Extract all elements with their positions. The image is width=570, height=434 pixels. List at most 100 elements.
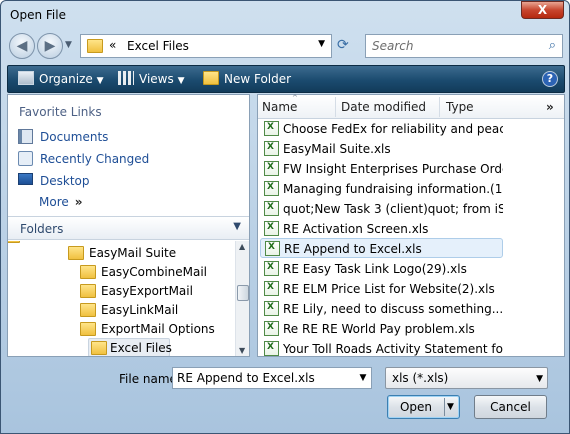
forward-button[interactable]: ▶: [37, 33, 63, 59]
file-row[interactable]: RE Easy Task Link Logo(29).xls: [260, 259, 503, 279]
file-name: RE Lily, need to discuss something...xls: [283, 302, 503, 316]
split-divider: [444, 398, 445, 416]
address-bar[interactable]: « Excel Files ▼: [80, 34, 332, 58]
file-name-input[interactable]: RE Append to Excel.xls ▼: [172, 367, 372, 389]
close-button[interactable]: X: [521, 1, 564, 19]
folder-label: EasyCombineMail: [101, 265, 208, 279]
address-dropdown-icon[interactable]: ▼: [318, 39, 325, 49]
search-input[interactable]: Search ⌕: [365, 34, 563, 58]
folder-label: EasyMail Suite: [89, 246, 177, 260]
chevron-down-icon: ▼: [96, 76, 104, 86]
folder-label: EasyLinkMail: [101, 303, 179, 317]
breadcrumb-path[interactable]: Excel Files: [127, 39, 189, 53]
file-row-selected[interactable]: RE Append to Excel.xls: [260, 238, 503, 258]
file-name-dropdown-icon[interactable]: ▼: [355, 368, 371, 388]
navigation-pane: Favorite Links Documents Recently Change…: [7, 94, 250, 357]
more-links-button[interactable]: More »: [39, 195, 83, 209]
excel-file-icon: [264, 221, 279, 236]
file-row[interactable]: EasyMail Suite.xls: [260, 139, 503, 159]
file-name: RE ELM Price List for Website(2).xls: [283, 282, 495, 296]
folder-icon: [91, 341, 107, 355]
favorite-links-heading: Favorite Links: [19, 105, 102, 119]
file-type-select[interactable]: xls (*.xls) ▼: [385, 367, 548, 389]
documents-icon: [18, 129, 33, 144]
window-title: Open File: [10, 8, 66, 22]
address-row: ◀ ▶ ▼ « Excel Files ▼ ⟳ Search ⌕: [7, 31, 565, 61]
folder-icon: [80, 303, 96, 317]
new-folder-label: New Folder: [224, 72, 292, 86]
file-row[interactable]: RE Activation Screen.xls: [260, 219, 503, 239]
folder-tree: EasyMail Suite EasyCombineMail EasyExpor…: [8, 241, 236, 356]
chevron-down-icon: ▼: [233, 221, 241, 232]
title-bar: Open File X: [1, 1, 569, 29]
file-row[interactable]: FW Insight Enterprises Purchase Order 2.…: [260, 159, 503, 179]
open-options-dropdown-icon[interactable]: ▼: [447, 396, 454, 418]
help-icon[interactable]: ?: [542, 71, 558, 87]
file-name: RE Activation Screen.xls: [283, 222, 429, 236]
views-icon: [118, 71, 134, 85]
favorite-link-label: Recently Changed: [40, 152, 150, 166]
organize-button[interactable]: Organize ▼: [18, 71, 104, 86]
folders-header[interactable]: Folders ▼: [8, 216, 249, 240]
file-row[interactable]: Your Toll Roads Activity Statement for .…: [260, 339, 503, 359]
file-row[interactable]: RE ELM Price List for Website(2).xls: [260, 279, 503, 299]
new-folder-button[interactable]: New Folder: [203, 71, 291, 86]
search-placeholder: Search: [372, 39, 414, 53]
file-row[interactable]: Re RE RE World Pay problem.xls: [260, 319, 503, 339]
folder-label: Excel Files: [110, 341, 172, 355]
breadcrumb-chevron[interactable]: «: [109, 38, 116, 52]
column-divider[interactable]: [439, 97, 440, 117]
folder-label: ExportMail Options: [101, 322, 215, 336]
excel-file-icon: [264, 201, 279, 216]
folder-icon: [80, 284, 96, 298]
excel-file-icon: [264, 321, 279, 336]
column-header-name[interactable]: Name: [262, 100, 297, 114]
cancel-button[interactable]: Cancel: [474, 395, 547, 419]
folder-icon: [8, 241, 20, 243]
open-button[interactable]: Open ▼: [387, 395, 460, 419]
column-header-type[interactable]: Type: [446, 100, 474, 114]
command-toolbar: Organize ▼ Views ▼ New Folder ?: [7, 65, 565, 93]
folders-heading: Folders: [20, 222, 64, 236]
refresh-icon[interactable]: ⟳: [337, 37, 349, 53]
scrollbar-thumb[interactable]: [237, 285, 249, 301]
scroll-up-icon[interactable]: ▲: [239, 242, 245, 251]
excel-file-icon: [264, 261, 279, 276]
views-label: Views: [139, 72, 174, 86]
folder-icon: [80, 322, 96, 336]
file-row[interactable]: Choose FedEx for reliability and peace o…: [260, 119, 503, 139]
more-columns-icon[interactable]: »: [546, 100, 554, 114]
file-name: RE Append to Excel.xls: [284, 242, 422, 256]
search-icon[interactable]: ⌕: [549, 38, 556, 53]
file-row[interactable]: Managing fundraising information.(155...: [260, 179, 503, 199]
file-list-pane: ^ Name Date modified Type » Choose FedEx…: [257, 94, 565, 357]
double-chevron-icon: »: [74, 195, 83, 209]
file-row[interactable]: RE Lily, need to discuss something...xls: [260, 299, 503, 319]
organize-icon: [18, 71, 34, 85]
folder-label: EasyExportMail: [101, 284, 193, 298]
forward-arrow-icon: ▶: [44, 38, 56, 54]
folder-tree-scrollbar[interactable]: ▲ ▼: [235, 241, 249, 356]
file-name: Your Toll Roads Activity Statement for .…: [283, 342, 503, 356]
file-row[interactable]: quot;New Task 3 (client)quot; from iSPr.…: [260, 199, 503, 219]
back-arrow-icon: ◀: [16, 38, 28, 54]
column-header-date-modified[interactable]: Date modified: [341, 100, 426, 114]
recent-pages-dropdown[interactable]: ▼: [65, 40, 72, 50]
column-divider[interactable]: [335, 97, 336, 117]
desktop-icon: [18, 173, 33, 185]
file-name: FW Insight Enterprises Purchase Order 2.…: [283, 162, 503, 176]
back-button[interactable]: ◀: [9, 33, 35, 59]
folder-icon: [80, 265, 96, 279]
excel-file-icon: [264, 301, 279, 316]
scroll-down-icon[interactable]: ▼: [239, 346, 245, 355]
file-name: Choose FedEx for reliability and peace o…: [283, 122, 503, 136]
folder-tree-partial-item: [8, 241, 20, 245]
file-name-value[interactable]: RE Append to Excel.xls: [177, 371, 315, 385]
folder-tree-item-selected[interactable]: Excel Files: [88, 338, 172, 356]
column-headers: ^ Name Date modified Type »: [258, 94, 564, 119]
views-button[interactable]: Views ▼: [118, 71, 184, 86]
file-name: Managing fundraising information.(155...: [283, 182, 503, 196]
file-name: Re RE RE World Pay problem.xls: [283, 322, 475, 336]
file-type-value: xls (*.xls): [392, 371, 449, 385]
excel-file-icon: [265, 241, 280, 256]
